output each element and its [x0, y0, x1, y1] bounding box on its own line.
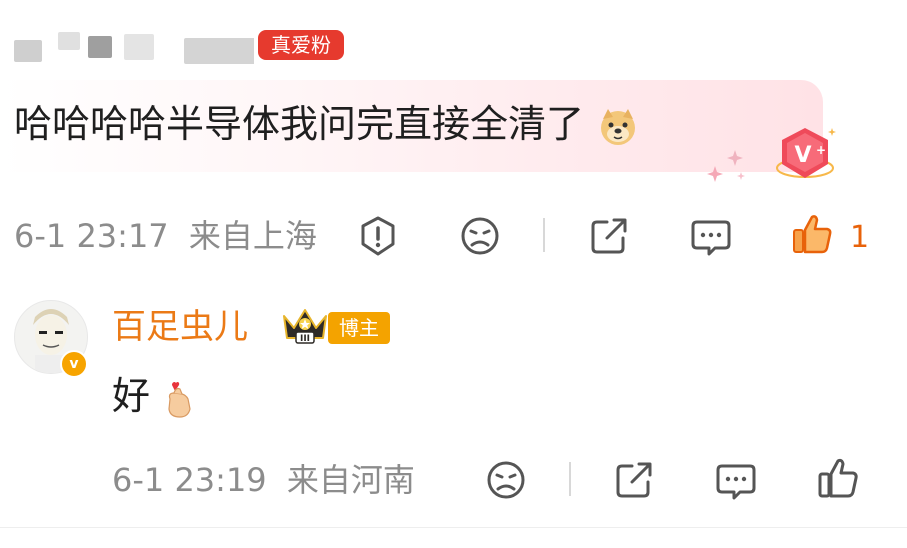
vip-medal-icon: V + [776, 128, 836, 178]
blogger-badge: 博主 [328, 312, 390, 344]
divider [569, 462, 571, 496]
svg-text:V: V [794, 143, 811, 168]
divider [0, 527, 907, 528]
reply-location: 来自河南 [286, 461, 415, 499]
thumbs-up-icon[interactable] [790, 212, 834, 256]
share-box-icon[interactable] [587, 214, 631, 258]
svg-text:III: III [300, 334, 310, 344]
exclamation-shield-icon[interactable] [356, 214, 400, 258]
reply-share-box-icon[interactable] [612, 458, 656, 502]
reply-frown-face-icon[interactable] [484, 458, 528, 502]
fan-badge: 真爱粉 [258, 30, 344, 60]
sparkle-decoration-icon [707, 150, 745, 182]
reply-timestamp: 6-1 23:19 [112, 461, 267, 499]
reply-comment-bubble-icon[interactable] [714, 458, 758, 502]
divider [543, 218, 545, 252]
comment-location: 来自上海 [188, 217, 317, 255]
reply-username[interactable]: 百足虫儿 [112, 304, 248, 350]
comment-bubble-icon[interactable] [689, 214, 733, 258]
top-commenter-name-blurred[interactable] [14, 24, 254, 64]
reply-thumbs-up-icon[interactable] [816, 456, 860, 500]
comment-timestamp: 6-1 23:17 [14, 217, 169, 255]
finger-heart-emoji-icon [168, 381, 191, 418]
reply-text-content: 好 [112, 374, 151, 418]
doge-emoji-icon [601, 108, 636, 145]
comment-text-content: 哈哈哈哈半导体我问完直接全清了 [14, 102, 585, 146]
svg-text:+: + [816, 143, 826, 157]
frown-face-icon[interactable] [458, 214, 502, 258]
reply-text: 好 [112, 372, 198, 420]
crown-level-icon: III [283, 309, 327, 344]
verified-badge-icon: v [60, 350, 88, 378]
comment-text: 哈哈哈哈半导体我问完直接全清了 [14, 96, 638, 152]
like-count: 1 [850, 220, 870, 255]
